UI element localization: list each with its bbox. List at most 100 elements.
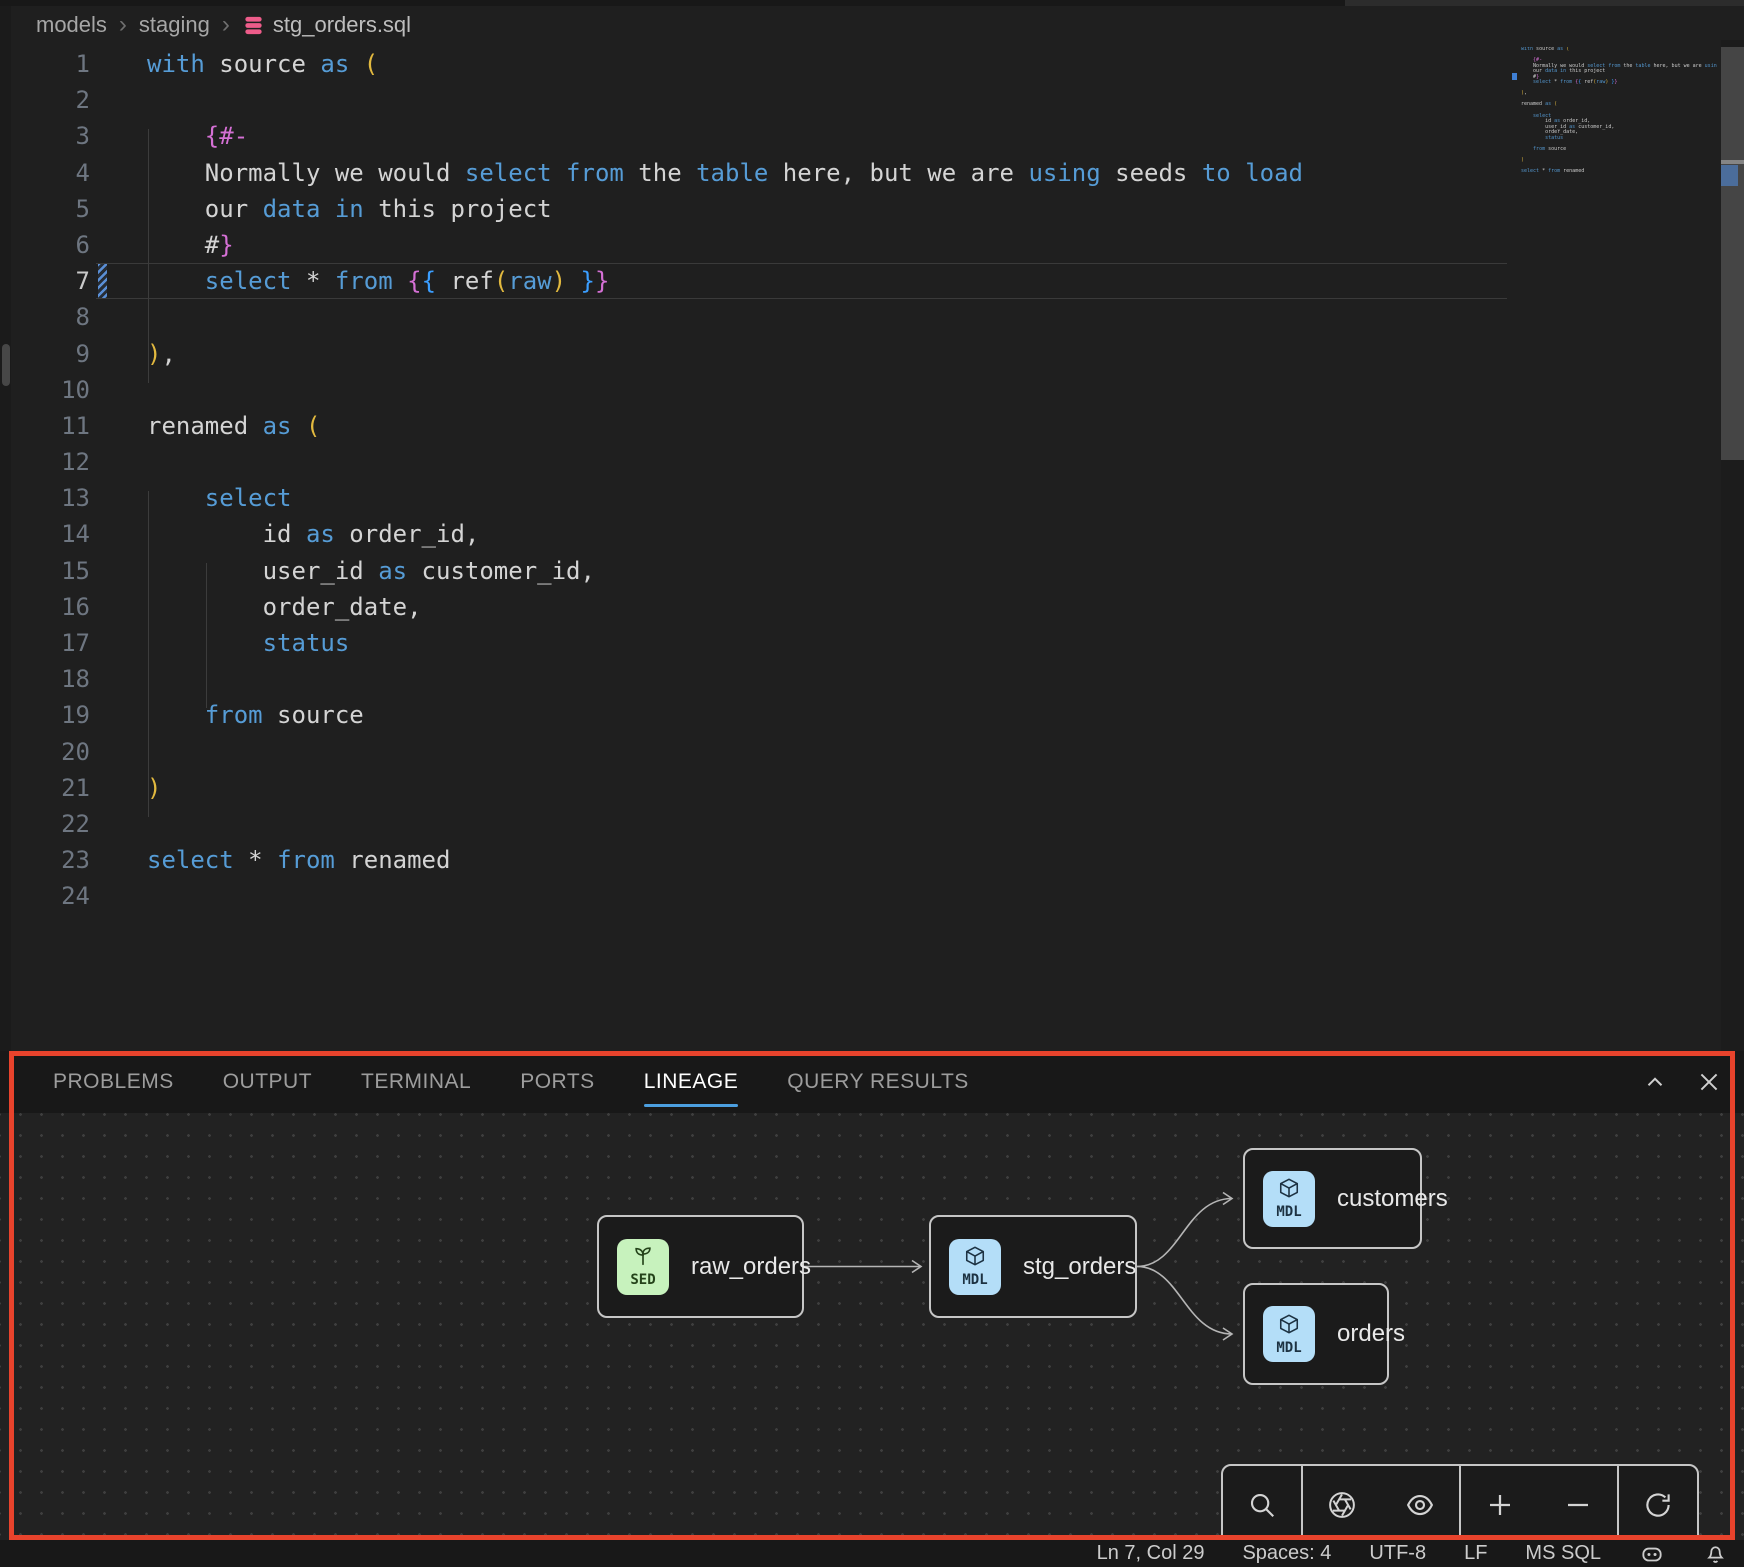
breadcrumb-item-staging[interactable]: staging [139, 12, 210, 38]
line-number[interactable]: 19 [0, 697, 90, 733]
code-line[interactable]: 18 [0, 661, 1744, 697]
tab-ports[interactable]: PORTS [520, 1051, 594, 1113]
zoom-in-button[interactable] [1478, 1483, 1522, 1527]
gutter-marker-slot [98, 191, 107, 227]
line-number[interactable]: 3 [0, 118, 90, 154]
line-number[interactable]: 17 [0, 625, 90, 661]
line-number[interactable]: 6 [0, 227, 90, 263]
chevron-right-icon: › [119, 11, 127, 39]
status-eol[interactable]: LF [1464, 1542, 1487, 1565]
lineage-node-customers[interactable]: MDLcustomers [1243, 1148, 1422, 1249]
code-line[interactable]: 21) [0, 770, 1744, 806]
gutter-marker-slot [98, 46, 107, 82]
line-number[interactable]: 20 [0, 734, 90, 770]
bell-icon[interactable] [1703, 1541, 1728, 1566]
line-number[interactable]: 24 [0, 878, 90, 914]
line-number[interactable]: 9 [0, 336, 90, 372]
tab-terminal[interactable]: TERMINAL [361, 1051, 471, 1113]
aperture-button[interactable] [1320, 1483, 1364, 1527]
status-indentation[interactable]: Spaces: 4 [1242, 1542, 1331, 1565]
gutter-marker-slot [98, 227, 107, 263]
status-bar: Ln 7, Col 29 Spaces: 4 UTF-8 LF MS SQL [0, 1540, 1744, 1567]
code-line[interactable]: 16 order_date, [0, 589, 1744, 625]
gutter-marker-slot [98, 408, 107, 444]
code-line[interactable]: 19 from source [0, 697, 1744, 733]
gutter-marker-slot [98, 336, 107, 372]
lineage-node-raw_orders[interactable]: SEDraw_orders [597, 1215, 804, 1318]
seedling-icon [632, 1245, 654, 1271]
code-line[interactable]: 11renamed as ( [0, 408, 1744, 444]
chevron-up-icon[interactable] [1642, 1069, 1668, 1095]
code-line[interactable]: 6 #} [0, 227, 1744, 263]
zoom-out-button[interactable] [1556, 1483, 1600, 1527]
gutter-marker-slot [98, 118, 107, 154]
gutter-marker-slot [98, 878, 107, 914]
code-line[interactable]: 22 [0, 806, 1744, 842]
line-number[interactable]: 21 [0, 770, 90, 806]
lineage-canvas[interactable]: SEDraw_orders MDL stg_orders MDLcustomers MD… [0, 1113, 1744, 1540]
line-number[interactable]: 18 [0, 661, 90, 697]
code-line[interactable]: 10 [0, 372, 1744, 408]
lineage-node-stg_orders[interactable]: MDL stg_orders [929, 1215, 1137, 1318]
line-number[interactable]: 5 [0, 191, 90, 227]
eye-button[interactable] [1398, 1483, 1442, 1527]
line-number[interactable]: 10 [0, 372, 90, 408]
line-number[interactable]: 14 [0, 516, 90, 552]
node-label: raw_orders [691, 1253, 811, 1281]
code-line[interactable]: 1with source as ( [0, 46, 1744, 82]
lineage-node-orders[interactable]: MDLorders [1243, 1283, 1389, 1385]
status-language-mode[interactable]: MS SQL [1525, 1542, 1601, 1565]
cube-icon [964, 1245, 986, 1271]
code-line[interactable]: 7 select * from {{ ref(raw) }} [0, 263, 1744, 299]
copilot-icon[interactable] [1639, 1541, 1665, 1567]
gutter-marker-slot [98, 661, 107, 697]
breadcrumb-item-models[interactable]: models [36, 12, 107, 38]
refresh-button[interactable] [1636, 1483, 1680, 1527]
code-line[interactable]: 23select * from renamed [0, 842, 1744, 878]
code-line[interactable]: 15 user_id as customer_id, [0, 553, 1744, 589]
close-icon[interactable] [1696, 1069, 1722, 1095]
line-number[interactable]: 15 [0, 553, 90, 589]
code-text: select [107, 480, 292, 516]
code-line[interactable]: 14 id as order_id, [0, 516, 1744, 552]
tab-query-results[interactable]: QUERY RESULTS [787, 1051, 969, 1113]
code-line[interactable]: 24 [0, 878, 1744, 914]
line-number[interactable]: 16 [0, 589, 90, 625]
code-line[interactable]: 17 status [0, 625, 1744, 661]
node-label: stg_orders [1023, 1253, 1136, 1281]
code-line[interactable]: 5 our data in this project [0, 191, 1744, 227]
code-line[interactable]: 2 [0, 82, 1744, 118]
tab-problems[interactable]: PROBLEMS [53, 1051, 174, 1113]
line-number[interactable]: 2 [0, 82, 90, 118]
line-number[interactable]: 22 [0, 806, 90, 842]
minimap[interactable]: with source as ( {#- Normally we would s… [1521, 47, 1717, 187]
search-button[interactable] [1240, 1483, 1284, 1527]
code-line[interactable]: 12 [0, 444, 1744, 480]
code-line[interactable]: 8 [0, 299, 1744, 335]
breadcrumb-file[interactable]: stg_orders.sql [242, 12, 411, 38]
line-number[interactable]: 12 [0, 444, 90, 480]
model-badge: MDL [949, 1239, 1001, 1295]
code-line[interactable]: 9), [0, 336, 1744, 372]
line-number[interactable]: 7 [0, 263, 90, 299]
status-encoding[interactable]: UTF-8 [1369, 1542, 1426, 1565]
tab-lineage[interactable]: LINEAGE [644, 1051, 739, 1113]
code-line[interactable]: 13 select [0, 480, 1744, 516]
scrollbar-thumb[interactable] [1721, 47, 1744, 460]
line-number[interactable]: 4 [0, 155, 90, 191]
line-number[interactable]: 13 [0, 480, 90, 516]
vscode-window: models › staging › stg_orders.sql 1with … [0, 0, 1744, 1567]
aperture-icon [1327, 1490, 1357, 1520]
badge-label: MDL [1276, 1340, 1301, 1356]
code-editor[interactable]: 1with source as (23 {#-4 Normally we wou… [0, 46, 1744, 915]
line-number[interactable]: 1 [0, 46, 90, 82]
code-line[interactable]: 3 {#- [0, 118, 1744, 154]
code-text [107, 299, 147, 335]
status-cursor-position[interactable]: Ln 7, Col 29 [1097, 1542, 1205, 1565]
code-line[interactable]: 4 Normally we would select from the tabl… [0, 155, 1744, 191]
line-number[interactable]: 11 [0, 408, 90, 444]
line-number[interactable]: 23 [0, 842, 90, 878]
line-number[interactable]: 8 [0, 299, 90, 335]
code-line[interactable]: 20 [0, 734, 1744, 770]
tab-output[interactable]: OUTPUT [223, 1051, 312, 1113]
